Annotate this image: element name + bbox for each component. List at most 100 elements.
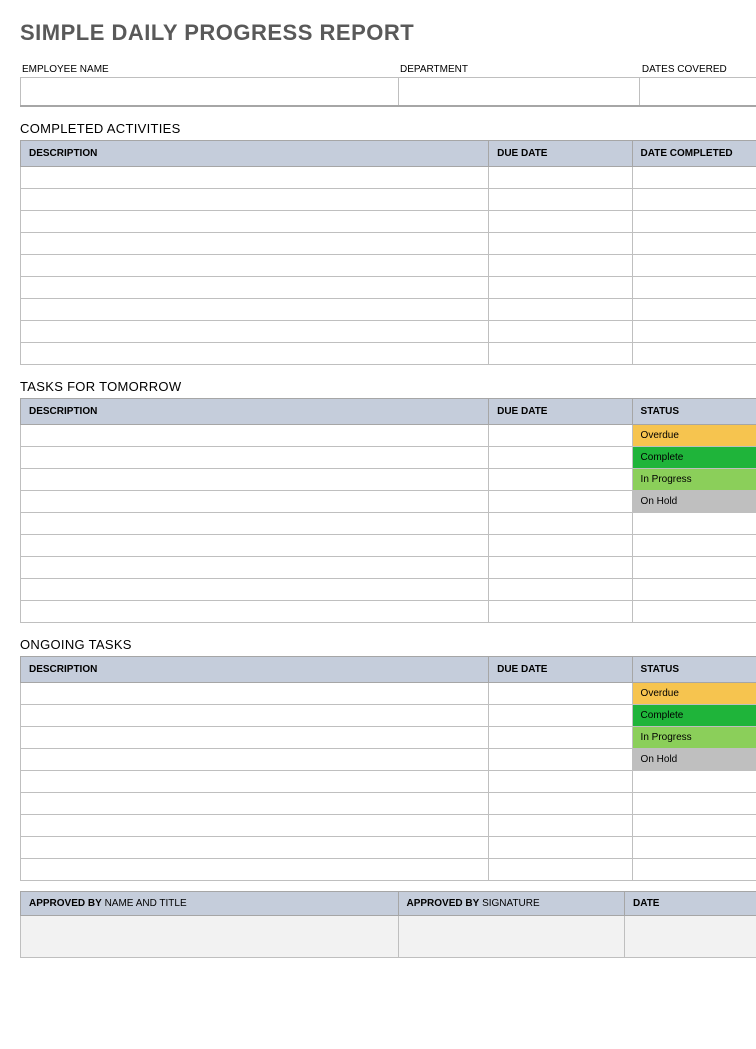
approval-by-input[interactable] xyxy=(21,915,399,957)
desc-cell[interactable] xyxy=(21,770,489,792)
status-cell[interactable] xyxy=(632,534,756,556)
due-cell[interactable] xyxy=(489,254,632,276)
desc-cell[interactable] xyxy=(21,446,489,468)
completed-heading: COMPLETED ACTIVITIES xyxy=(20,121,756,136)
due-cell[interactable] xyxy=(489,748,632,770)
desc-cell[interactable] xyxy=(21,682,489,704)
table-row xyxy=(21,792,756,814)
due-cell[interactable] xyxy=(489,188,632,210)
desc-cell[interactable] xyxy=(21,726,489,748)
desc-cell[interactable] xyxy=(21,748,489,770)
due-cell[interactable] xyxy=(489,836,632,858)
table-row: In Progress xyxy=(21,468,756,490)
desc-cell[interactable] xyxy=(21,298,489,320)
ongoing-col-due: DUE DATE xyxy=(489,656,632,682)
status-cell[interactable]: Overdue xyxy=(632,682,756,704)
due-cell[interactable] xyxy=(489,770,632,792)
status-cell[interactable]: On Hold xyxy=(632,748,756,770)
status-cell[interactable]: In Progress xyxy=(632,726,756,748)
status-cell[interactable] xyxy=(632,814,756,836)
desc-cell[interactable] xyxy=(21,254,489,276)
due-cell[interactable] xyxy=(489,424,632,446)
ongoing-col-description: DESCRIPTION xyxy=(21,656,489,682)
approval-date-label: DATE xyxy=(625,891,756,915)
due-cell[interactable] xyxy=(489,814,632,836)
desc-cell[interactable] xyxy=(21,704,489,726)
desc-cell[interactable] xyxy=(21,600,489,622)
due-cell[interactable] xyxy=(489,276,632,298)
department-input[interactable] xyxy=(398,78,640,106)
desc-cell[interactable] xyxy=(21,232,489,254)
due-cell[interactable] xyxy=(489,320,632,342)
desc-cell[interactable] xyxy=(21,210,489,232)
dates-covered-input[interactable] xyxy=(640,78,756,106)
desc-cell[interactable] xyxy=(21,578,489,600)
done-cell[interactable] xyxy=(632,232,756,254)
status-cell[interactable] xyxy=(632,792,756,814)
status-cell[interactable] xyxy=(632,600,756,622)
status-cell[interactable] xyxy=(632,578,756,600)
desc-cell[interactable] xyxy=(21,276,489,298)
table-row xyxy=(21,298,756,320)
status-cell[interactable]: On Hold xyxy=(632,490,756,512)
status-cell[interactable] xyxy=(632,556,756,578)
approval-date-input[interactable] xyxy=(625,915,756,957)
due-cell[interactable] xyxy=(489,858,632,880)
table-row: Overdue xyxy=(21,682,756,704)
desc-cell[interactable] xyxy=(21,490,489,512)
status-cell[interactable]: Complete xyxy=(632,704,756,726)
done-cell[interactable] xyxy=(632,342,756,364)
desc-cell[interactable] xyxy=(21,424,489,446)
done-cell[interactable] xyxy=(632,188,756,210)
table-row xyxy=(21,254,756,276)
status-cell[interactable]: In Progress xyxy=(632,468,756,490)
due-cell[interactable] xyxy=(489,792,632,814)
desc-cell[interactable] xyxy=(21,836,489,858)
done-cell[interactable] xyxy=(632,320,756,342)
done-cell[interactable] xyxy=(632,276,756,298)
status-cell[interactable]: Complete xyxy=(632,446,756,468)
status-cell[interactable] xyxy=(632,770,756,792)
desc-cell[interactable] xyxy=(21,556,489,578)
desc-cell[interactable] xyxy=(21,188,489,210)
desc-cell[interactable] xyxy=(21,858,489,880)
due-cell[interactable] xyxy=(489,704,632,726)
desc-cell[interactable] xyxy=(21,342,489,364)
due-cell[interactable] xyxy=(489,600,632,622)
due-cell[interactable] xyxy=(489,210,632,232)
due-cell[interactable] xyxy=(489,512,632,534)
employee-name-input[interactable] xyxy=(21,78,399,106)
due-cell[interactable] xyxy=(489,682,632,704)
due-cell[interactable] xyxy=(489,468,632,490)
due-cell[interactable] xyxy=(489,342,632,364)
approval-signature-label: APPROVED BY SIGNATURE xyxy=(398,891,625,915)
due-cell[interactable] xyxy=(489,578,632,600)
due-cell[interactable] xyxy=(489,232,632,254)
due-cell[interactable] xyxy=(489,166,632,188)
desc-cell[interactable] xyxy=(21,814,489,836)
status-cell[interactable] xyxy=(632,512,756,534)
status-cell[interactable]: Overdue xyxy=(632,424,756,446)
tomorrow-col-description: DESCRIPTION xyxy=(21,398,489,424)
due-cell[interactable] xyxy=(489,446,632,468)
approval-signature-input[interactable] xyxy=(398,915,625,957)
done-cell[interactable] xyxy=(632,298,756,320)
desc-cell[interactable] xyxy=(21,792,489,814)
status-cell[interactable] xyxy=(632,858,756,880)
done-cell[interactable] xyxy=(632,166,756,188)
desc-cell[interactable] xyxy=(21,468,489,490)
desc-cell[interactable] xyxy=(21,534,489,556)
done-cell[interactable] xyxy=(632,254,756,276)
due-cell[interactable] xyxy=(489,556,632,578)
due-cell[interactable] xyxy=(489,534,632,556)
done-cell[interactable] xyxy=(632,210,756,232)
tomorrow-heading: TASKS FOR TOMORROW xyxy=(20,379,756,394)
due-cell[interactable] xyxy=(489,726,632,748)
desc-cell[interactable] xyxy=(21,512,489,534)
desc-cell[interactable] xyxy=(21,166,489,188)
status-cell[interactable] xyxy=(632,836,756,858)
desc-cell[interactable] xyxy=(21,320,489,342)
due-cell[interactable] xyxy=(489,298,632,320)
due-cell[interactable] xyxy=(489,490,632,512)
table-row xyxy=(21,578,756,600)
